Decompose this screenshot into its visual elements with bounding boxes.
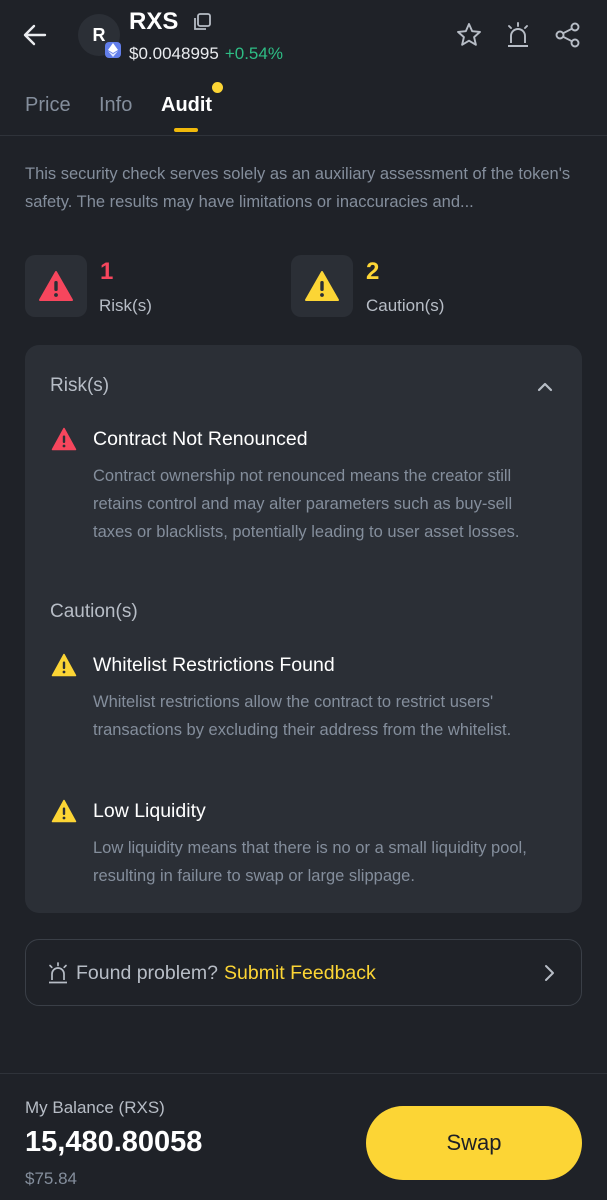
- top-bar: R RXS $0.0048995 +0.54%: [0, 0, 607, 80]
- feedback-prompt: Found problem?: [76, 962, 219, 984]
- feedback-row[interactable]: Found problem? Submit Feedback: [25, 939, 582, 1006]
- share-button[interactable]: [553, 20, 583, 50]
- caution-item-description: Low liquidity means that there is no or …: [93, 839, 527, 885]
- share-icon: [555, 22, 580, 48]
- caution-item-icon: [51, 653, 77, 677]
- caution-section-title: Caution(s): [50, 601, 138, 622]
- tab-price[interactable]: Price: [25, 94, 71, 117]
- swap-button[interactable]: Swap: [366, 1106, 582, 1180]
- favorite-button[interactable]: [454, 20, 484, 50]
- token-initial: R: [92, 24, 106, 45]
- caution-item-icon: [51, 799, 77, 823]
- alert-siren-icon: [46, 961, 70, 985]
- chevron-right-icon: [538, 962, 560, 984]
- balance-label: My Balance (RXS): [25, 1098, 165, 1117]
- caution-item-description: Whitelist restrictions allow the contrac…: [93, 693, 512, 739]
- token-symbol: RXS: [129, 8, 179, 35]
- back-arrow-icon: [23, 24, 47, 46]
- back-button[interactable]: [18, 18, 52, 52]
- audit-details-card: Risk(s) Contract Not Renounced Contract …: [25, 345, 582, 913]
- submit-feedback-link[interactable]: Submit Feedback: [224, 962, 376, 984]
- alert-siren-icon: [508, 22, 528, 47]
- feedback-text: Found problem? Submit Feedback: [76, 962, 376, 985]
- balance-usd-value: $75.84: [25, 1169, 77, 1188]
- active-tab-indicator: [174, 128, 198, 132]
- risk-item-title: Contract Not Renounced: [93, 428, 308, 450]
- caution-warning-icon: [51, 799, 77, 823]
- risk-count: 1: [100, 258, 114, 285]
- caution-warning-icon: [51, 653, 77, 677]
- risk-warning-icon: [51, 427, 77, 451]
- caution-count: 2: [366, 258, 380, 285]
- new-indicator-dot: [212, 82, 223, 93]
- caution-warning-icon: [305, 271, 339, 301]
- bottom-balance-bar: My Balance (RXS) 15,480.80058 $75.84 Swa…: [0, 1073, 607, 1200]
- price-change: +0.54%: [224, 44, 283, 63]
- risk-item-description: Contract ownership not renounced means t…: [93, 467, 520, 541]
- tab-audit[interactable]: Audit: [161, 94, 212, 117]
- risk-item-icon: [51, 427, 77, 451]
- caution-item-title: Low Liquidity: [93, 800, 206, 822]
- tab-info[interactable]: Info: [99, 94, 132, 117]
- risk-warning-icon: [39, 271, 73, 301]
- caution-count-label: Caution(s): [366, 296, 445, 315]
- audit-disclaimer[interactable]: This security check serves solely as an …: [25, 160, 585, 216]
- caution-summary-icon-box: [291, 255, 353, 317]
- star-icon: [457, 23, 481, 46]
- chevron-up-icon: [537, 382, 553, 392]
- price-row: $0.0048995 +0.54%: [129, 44, 283, 64]
- risk-section-title: Risk(s): [50, 375, 110, 396]
- risk-count-label: Risk(s): [99, 296, 152, 315]
- token-price: $0.0048995: [129, 44, 219, 63]
- tab-bar: Price Info Audit: [0, 80, 607, 136]
- risk-summary-icon-box: [25, 255, 87, 317]
- caution-item-title: Whitelist Restrictions Found: [93, 654, 335, 676]
- collapse-button[interactable]: [533, 375, 557, 399]
- ethereum-icon: [105, 42, 121, 58]
- copy-icon[interactable]: [192, 12, 212, 32]
- price-alert-button[interactable]: [503, 20, 533, 50]
- balance-value: 15,480.80058: [25, 1126, 203, 1158]
